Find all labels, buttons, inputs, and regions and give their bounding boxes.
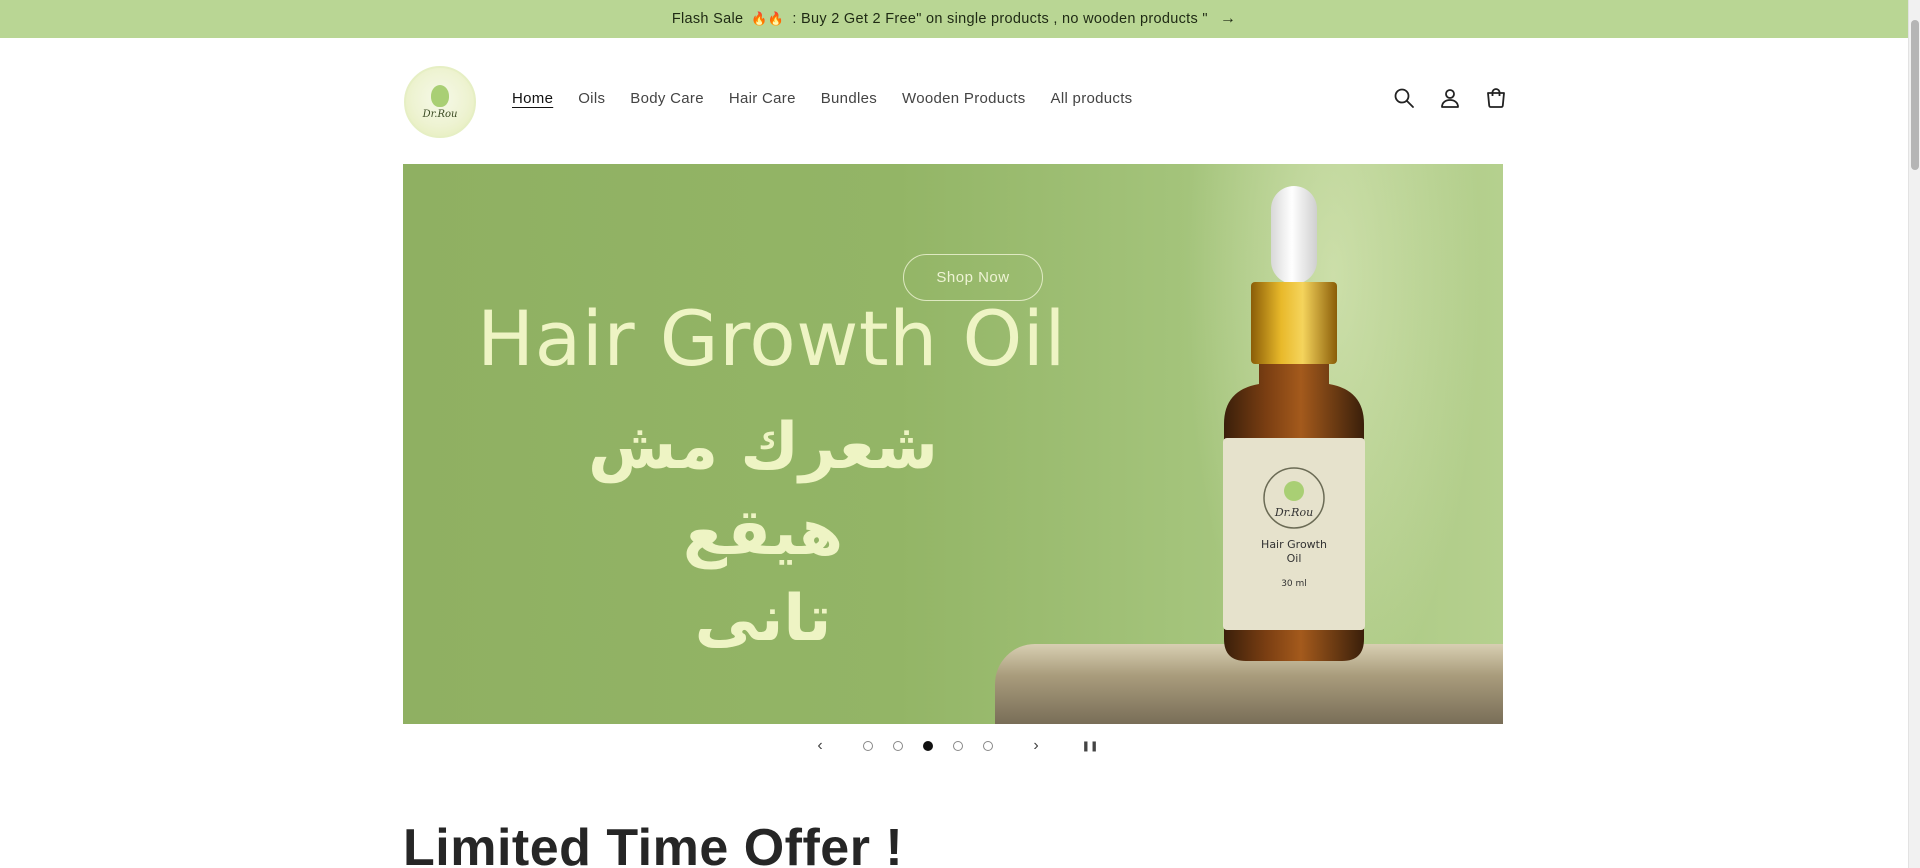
nav-oils[interactable]: Oils — [578, 90, 605, 107]
announcement-bar[interactable]: Flash Sale 🔥🔥 : Buy 2 Get 2 Free" on sin… — [0, 0, 1908, 38]
hero-subtitle-line2: تانى — [694, 582, 832, 656]
slide-dot-5[interactable] — [983, 741, 993, 751]
leaf-icon — [431, 84, 449, 107]
logo-text: Dr.Rou — [422, 108, 458, 120]
nav-all-products[interactable]: All products — [1051, 90, 1133, 107]
nav-home[interactable]: Home — [512, 90, 553, 107]
search-icon[interactable] — [1392, 86, 1416, 110]
hero-subtitle-arabic: شعرك مش هيقع تانى — [503, 404, 1023, 662]
fire-icon: 🔥🔥 — [751, 11, 785, 26]
announcement-text: : Buy 2 Get 2 Free" on single products ,… — [792, 11, 1208, 27]
next-slide-button[interactable]: › — [1026, 736, 1046, 756]
bottle-label-line2: Oil — [1287, 552, 1302, 565]
scrollbar-thumb[interactable] — [1911, 20, 1919, 170]
hero-slideshow: Dr.Rou Hair Growth Oil 30 ml Shop Now Ha… — [403, 164, 1503, 724]
header-actions — [1392, 86, 1508, 110]
arrow-right-icon[interactable]: → — [1220, 10, 1236, 28]
site-header: Dr.Rou Home Oils Body Care Hair Care Bun… — [0, 38, 1908, 162]
slide-dot-4[interactable] — [953, 741, 963, 751]
announcement-text-prefix: Flash Sale — [671, 11, 744, 27]
brand-logo[interactable]: Dr.Rou — [404, 66, 476, 138]
hero-title: Hair Growth Oil — [477, 294, 1067, 383]
hair-oil-bottle-image: Dr.Rou Hair Growth Oil 30 ml — [1223, 186, 1365, 661]
nav-body-care[interactable]: Body Care — [630, 90, 704, 107]
bottle-volume: 30 ml — [1281, 579, 1307, 589]
previous-slide-button[interactable]: ‹ — [810, 736, 830, 756]
slide-dot-2[interactable] — [893, 741, 903, 751]
page-scrollbar[interactable] — [1908, 0, 1920, 868]
nav-bundles[interactable]: Bundles — [821, 90, 877, 107]
hero-subtitle-line1: شعرك مش هيقع — [588, 410, 938, 570]
slide-dot-1[interactable] — [863, 741, 873, 751]
bottle-label-line1: Hair Growth — [1261, 538, 1327, 551]
nav-wooden-products[interactable]: Wooden Products — [902, 90, 1025, 107]
slide-dot-3[interactable] — [923, 741, 933, 751]
slideshow-controls: ‹ › ❚❚ — [0, 736, 1908, 756]
limited-offer-heading: Limited Time Offer ! — [403, 819, 904, 868]
account-icon[interactable] — [1438, 86, 1462, 110]
cart-icon[interactable] — [1484, 86, 1508, 110]
pause-slideshow-button[interactable]: ❚❚ — [1080, 736, 1100, 756]
main-nav: Home Oils Body Care Hair Care Bundles Wo… — [512, 90, 1133, 107]
bottle-logo-text: Dr.Rou — [1274, 506, 1313, 519]
nav-hair-care[interactable]: Hair Care — [729, 90, 796, 107]
